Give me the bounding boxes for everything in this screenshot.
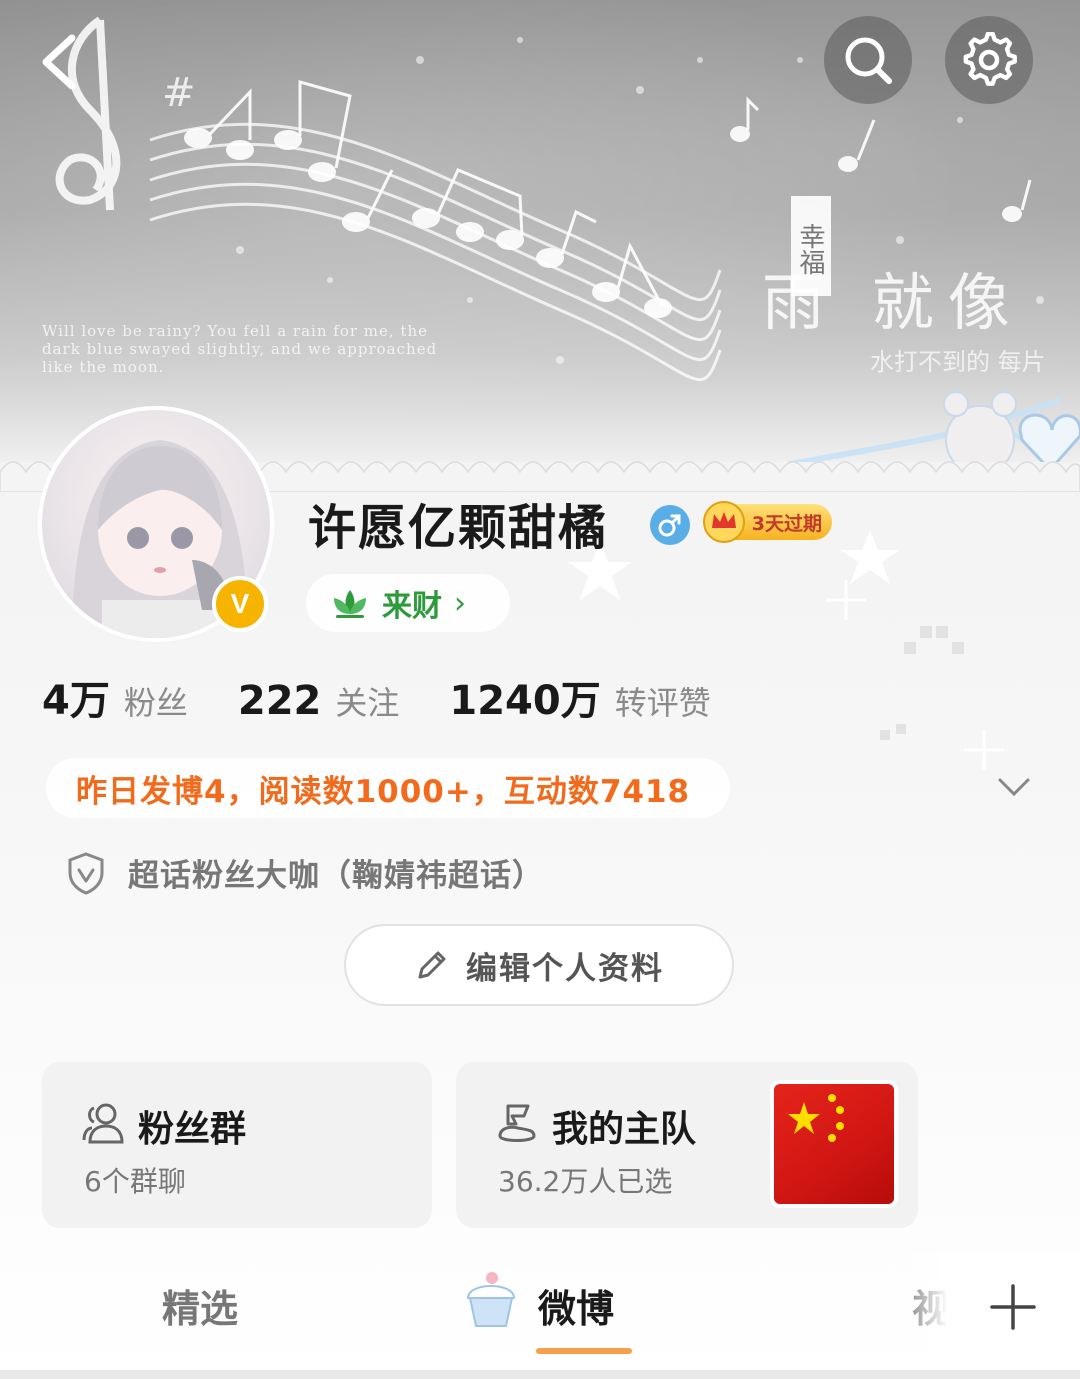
content-tabs: 精选 微博 视频 [0,1252,1080,1362]
lotus-icon [334,590,366,618]
chevron-down-icon [998,778,1030,797]
chevron-right-icon: › [454,585,466,621]
add-tab-button[interactable] [946,1252,1080,1362]
active-tab-indicator [536,1348,632,1354]
followers-count[interactable]: 4万 [42,668,110,726]
tab-featured[interactable]: 精选 [162,1278,238,1333]
crown-icon [703,501,745,543]
male-gender-icon [650,505,690,545]
activity-summary[interactable]: 昨日发博4，阅读数1000+，互动数7418 [46,758,730,818]
back-button[interactable] [30,30,90,90]
membership-expire-badge[interactable]: 3天过期 [703,501,832,543]
username: 许愿亿颗甜橘 [308,500,609,556]
tab-weibo[interactable]: 微博 [538,1278,614,1333]
fans-group-title: 粉丝群 [138,1109,247,1150]
fans-group-card[interactable]: 粉丝群 6个群聊 [42,1062,432,1228]
superfan-row[interactable]: 超话粉丝大咖（鞠婧祎超话） [66,850,544,895]
expand-button[interactable] [994,766,1034,806]
laicai-label: 来财 [382,589,442,624]
profile-banner[interactable]: # Will love be rainy? You fell a rain fo… [0,0,1080,470]
edit-profile-label: 编辑个人资料 [466,950,664,987]
my-team-title: 我的主队 [552,1109,697,1150]
my-team-card[interactable]: 我的主队 36.2万人已选 [456,1062,918,1228]
banner-caption: Will love be rainy? You fell a rain for … [42,322,438,376]
cupcake-icon [466,1272,516,1327]
stats-row: 4万 粉丝 222 关注 1240万 转评赞 [42,668,761,726]
search-button[interactable] [824,16,912,104]
fans-group-subtitle: 6个群聊 [84,1165,186,1198]
activity-text: 昨日发博4，阅读数1000+，互动数7418 [76,773,691,810]
china-flag-icon [774,1084,894,1204]
shield-icon [68,851,104,895]
search-icon [845,37,892,84]
chevron-left-icon [42,34,76,90]
pencil-icon [418,951,446,979]
group-icon [82,1103,124,1144]
gear-icon [963,32,1017,86]
plus-icon [990,1284,1036,1330]
following-label[interactable]: 关注 [335,678,399,724]
laicai-button[interactable]: 来财 › [306,574,510,632]
bottom-edge [0,1370,1080,1379]
tabs-fade [900,1252,948,1362]
banner-big-text: 雨 就像 [762,266,1024,339]
following-count[interactable]: 222 [238,678,322,724]
svg-text:#: # [162,70,196,116]
team-icon [498,1104,536,1142]
verified-vip-badge: V [212,576,268,632]
music-notes-decoration: # [55,16,1080,470]
edit-profile-button[interactable]: 编辑个人资料 [344,924,734,1006]
settings-button[interactable] [945,16,1033,104]
interactions-label[interactable]: 转评赞 [615,678,711,724]
followers-label[interactable]: 粉丝 [124,678,188,724]
superfan-text: 超话粉丝大咖（鞠婧祎超话） [128,858,544,894]
interactions-count[interactable]: 1240万 [449,668,600,726]
my-team-subtitle: 36.2万人已选 [498,1165,673,1198]
expire-badge-text: 3天过期 [751,512,822,535]
banner-small-text: 水打不到的 每片 [870,348,1046,376]
